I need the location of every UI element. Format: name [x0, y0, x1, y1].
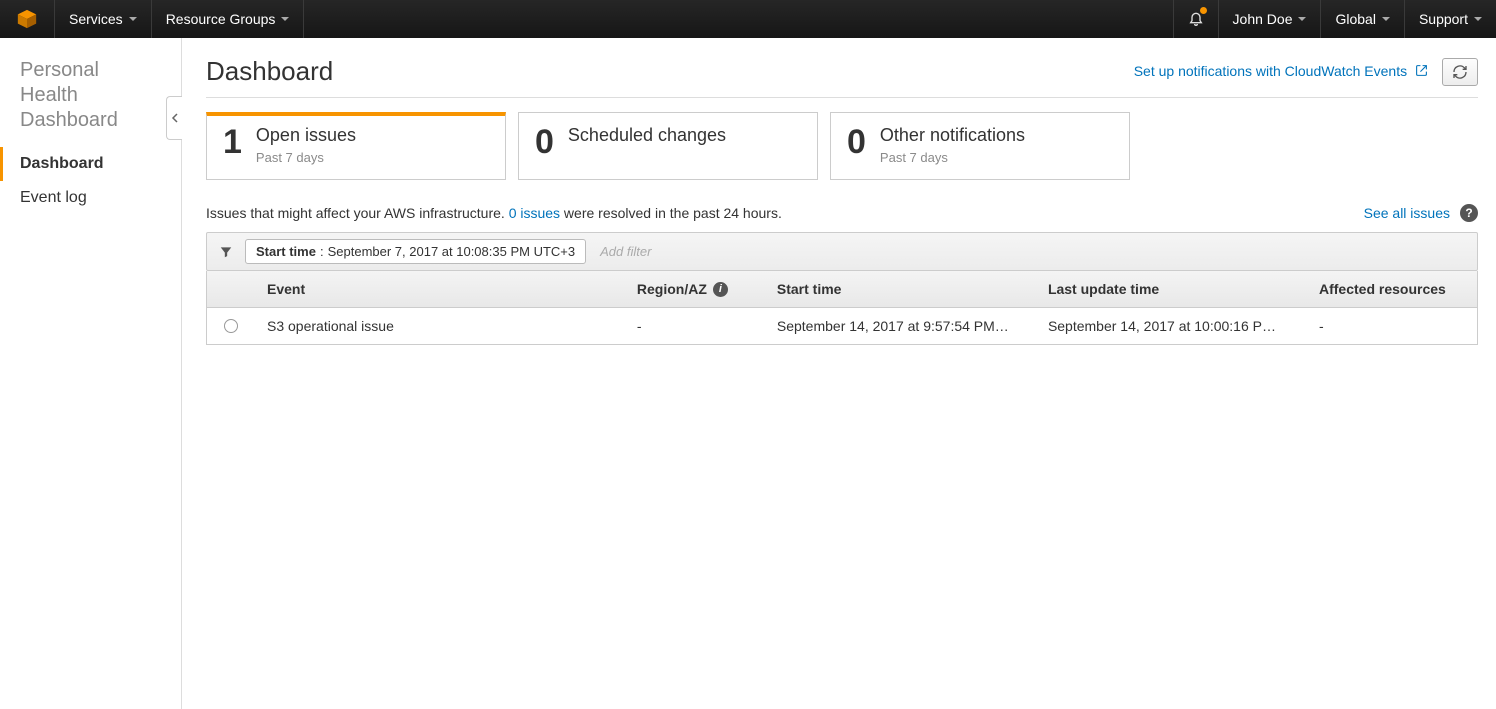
filter-icon — [215, 241, 237, 263]
card-count: 0 — [535, 125, 554, 159]
caret-down-icon — [1298, 17, 1306, 21]
setup-notifications-link[interactable]: Set up notifications with CloudWatch Eve… — [1134, 63, 1428, 80]
page-title: Dashboard — [206, 56, 333, 87]
card-open-issues[interactable]: 1 Open issues Past 7 days — [206, 112, 506, 180]
sidebar-item-event-log[interactable]: Event log — [0, 181, 181, 215]
cell-last-update: September 14, 2017 at 10:00:16 P… — [1036, 308, 1307, 344]
resolved-issues-link[interactable]: 0 issues — [509, 205, 560, 221]
sidebar: Personal Health Dashboard Dashboard Even… — [0, 38, 182, 709]
nav-resource-groups[interactable]: Resource Groups — [152, 0, 305, 38]
th-region-label: Region/AZ — [637, 281, 707, 297]
sidebar-title: Personal Health Dashboard — [0, 58, 181, 147]
see-all-issues-link[interactable]: See all issues — [1364, 205, 1450, 221]
aws-logo[interactable] — [0, 0, 55, 38]
description-row: Issues that might affect your AWS infras… — [206, 204, 1478, 222]
card-subtext: Past 7 days — [256, 150, 356, 165]
issues-table: Event Region/AZ i Start time Last update… — [206, 271, 1478, 345]
caret-down-icon — [1474, 17, 1482, 21]
header-actions: Set up notifications with CloudWatch Eve… — [1134, 58, 1478, 86]
cube-icon — [16, 8, 38, 30]
bell-icon — [1188, 10, 1204, 29]
refresh-icon — [1452, 64, 1468, 80]
card-label: Open issues — [256, 125, 356, 146]
table-row[interactable]: S3 operational issue - September 14, 201… — [207, 308, 1477, 344]
notification-dot-icon — [1200, 7, 1207, 14]
summary-cards: 1 Open issues Past 7 days 0 Scheduled ch… — [206, 112, 1478, 180]
card-scheduled-changes[interactable]: 0 Scheduled changes — [518, 112, 818, 180]
sidebar-collapse-toggle[interactable] — [166, 96, 182, 140]
main-content: Dashboard Set up notifications with Clou… — [182, 38, 1496, 709]
th-event[interactable]: Event — [255, 271, 625, 307]
page-body: Personal Health Dashboard Dashboard Even… — [0, 38, 1496, 709]
cell-region: - — [625, 308, 765, 344]
external-link-icon — [1415, 64, 1428, 80]
refresh-button[interactable] — [1442, 58, 1478, 86]
sidebar-item-dashboard[interactable]: Dashboard — [0, 147, 181, 181]
filter-chip-start-time[interactable]: Start time: September 7, 2017 at 10:08:3… — [245, 239, 586, 264]
caret-down-icon — [1382, 17, 1390, 21]
desc-prefix: Issues that might affect your AWS infras… — [206, 205, 509, 221]
caret-down-icon — [281, 17, 289, 21]
nav-support-label: Support — [1419, 11, 1468, 27]
th-region[interactable]: Region/AZ i — [625, 271, 765, 307]
caret-down-icon — [129, 17, 137, 21]
nav-support[interactable]: Support — [1404, 0, 1496, 38]
sidebar-item-label: Dashboard — [20, 155, 104, 172]
nav-region[interactable]: Global — [1320, 0, 1403, 38]
desc-text: Issues that might affect your AWS infras… — [206, 205, 782, 221]
nav-services-label: Services — [69, 11, 123, 27]
nav-services[interactable]: Services — [55, 0, 152, 38]
nav-user-label: John Doe — [1233, 11, 1293, 27]
filter-bar: Start time: September 7, 2017 at 10:08:3… — [206, 232, 1478, 271]
nav-user[interactable]: John Doe — [1218, 0, 1321, 38]
nav-left: Services Resource Groups — [0, 0, 304, 38]
th-affected[interactable]: Affected resources — [1307, 271, 1477, 307]
sidebar-item-label: Event log — [20, 189, 87, 206]
cell-affected: - — [1307, 308, 1477, 344]
page-header: Dashboard Set up notifications with Clou… — [206, 56, 1478, 98]
card-count: 0 — [847, 125, 866, 159]
th-start-time[interactable]: Start time — [765, 271, 1036, 307]
card-other-notifications[interactable]: 0 Other notifications Past 7 days — [830, 112, 1130, 180]
card-subtext: Past 7 days — [880, 150, 1025, 165]
th-select — [207, 271, 255, 307]
cell-event: S3 operational issue — [255, 308, 625, 344]
top-nav: Services Resource Groups John Doe Global — [0, 0, 1496, 38]
cell-start-time: September 14, 2017 at 9:57:54 PM… — [765, 308, 1036, 344]
nav-resource-groups-label: Resource Groups — [166, 11, 276, 27]
info-icon[interactable]: i — [713, 282, 728, 297]
nav-region-label: Global — [1335, 11, 1375, 27]
nav-notifications[interactable] — [1173, 0, 1218, 38]
chevron-left-icon — [171, 113, 179, 123]
card-count: 1 — [223, 125, 242, 159]
nav-right: John Doe Global Support — [1173, 0, 1496, 38]
setup-notifications-label: Set up notifications with CloudWatch Eve… — [1134, 63, 1407, 79]
filter-chip-label: Start time — [256, 244, 316, 259]
table-header: Event Region/AZ i Start time Last update… — [207, 271, 1477, 308]
help-icon[interactable]: ? — [1460, 204, 1478, 222]
add-filter-input[interactable]: Add filter — [594, 240, 657, 263]
card-label: Scheduled changes — [568, 125, 726, 146]
row-select[interactable] — [207, 308, 255, 344]
desc-suffix: were resolved in the past 24 hours. — [560, 205, 782, 221]
th-last-update[interactable]: Last update time — [1036, 271, 1307, 307]
radio-icon — [224, 319, 238, 333]
card-label: Other notifications — [880, 125, 1025, 146]
filter-chip-value: September 7, 2017 at 10:08:35 PM UTC+3 — [328, 244, 576, 259]
